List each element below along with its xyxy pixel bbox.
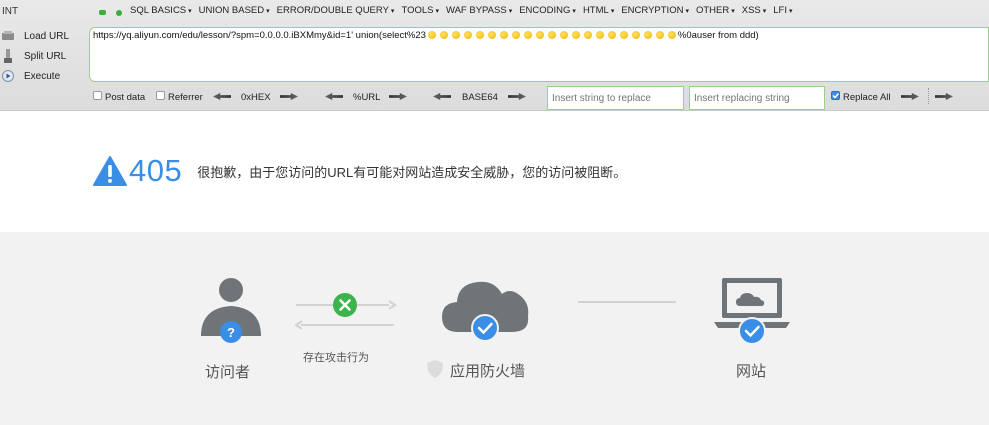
emoji-string [426, 30, 678, 41]
green-toggle-icon[interactable] [99, 10, 106, 15]
error-code: 405 [129, 153, 183, 188]
menu-encoding[interactable]: ENCODING ▾ [519, 5, 576, 19]
error-message: 很抱歉，由于您访问的URL有可能对网站造成安全威胁，您的访问被阻断。 [197, 164, 627, 180]
load-url-button[interactable]: Load URL [0, 27, 88, 45]
split-url-button[interactable]: Split URL [0, 47, 88, 65]
post-data-checkbox[interactable] [93, 91, 102, 100]
toolbar-title: INT [2, 6, 19, 17]
referrer-label: Referrer [168, 92, 203, 103]
execute-button[interactable]: Execute [0, 67, 88, 85]
website-laptop-icon [714, 278, 790, 345]
base64-encode-arrow-icon[interactable] [508, 93, 526, 100]
hackbar-toolbar: INT SQL BASICS ▾ UNION BASED ▾ ERROR/DOUBL… [0, 0, 989, 111]
menu-lfi[interactable]: LFI ▾ [773, 5, 792, 19]
visitor-label: 访问者 [205, 364, 251, 381]
split-url-icon [2, 49, 14, 63]
visitor-icon: ? [201, 278, 261, 343]
url-encode-arrow-icon[interactable] [389, 93, 407, 100]
load-url-icon [2, 30, 14, 42]
connector-line [578, 301, 676, 303]
hackbar-menu: SQL BASICS ▾ UNION BASED ▾ ERROR/DOUBLE QU… [130, 5, 800, 19]
block-flow-diagram: ? 访问者 存在攻击行为 应用防火墙 网站 [0, 232, 989, 425]
menu-waf-bypass[interactable]: WAF BYPASS ▾ [446, 5, 512, 19]
url-textarea[interactable]: https://yq.aliyun.com/edu/lesson/?spm=0.… [89, 27, 989, 82]
hex-encode-arrow-icon[interactable] [280, 93, 298, 100]
menu-xss[interactable]: XSS ▾ [742, 5, 767, 19]
replace-all-label: Replace All [843, 92, 891, 103]
replace-all-checkbox[interactable] [831, 91, 840, 100]
hackbar-options-bar: Post data Referrer 0xHEX %URL BASE64 Rep… [90, 86, 989, 110]
referrer-checkbox[interactable] [156, 91, 165, 100]
post-data-label: Post data [105, 92, 146, 103]
svg-text:?: ? [227, 325, 235, 340]
hex-label: 0xHEX [241, 92, 271, 103]
base64-decode-arrow-icon[interactable] [433, 93, 451, 100]
url-text-suffix: %0auser from ddd) [677, 30, 759, 41]
menu-other[interactable]: OTHER ▾ [696, 5, 735, 19]
firewall-shield-icon [427, 360, 443, 378]
menu-html[interactable]: HTML ▾ [583, 5, 614, 19]
replace-back-arrow-icon[interactable] [935, 93, 953, 100]
warning-icon [93, 156, 127, 186]
separator [928, 88, 929, 104]
execute-label: Execute [24, 70, 61, 82]
load-url-label: Load URL [24, 30, 70, 42]
firewall-cloud-icon [442, 281, 529, 342]
attack-label: 存在攻击行为 [303, 352, 369, 364]
replace-string-input[interactable] [547, 86, 684, 110]
menu-tools[interactable]: TOOLS ▾ [401, 5, 439, 19]
menu-encryption[interactable]: ENCRYPTION ▾ [621, 5, 689, 19]
url-text-prefix: https://yq.aliyun.com/edu/lesson/?spm=0.… [93, 30, 426, 41]
menu-sql-basics[interactable]: SQL BASICS ▾ [130, 5, 192, 19]
website-label: 网站 [736, 363, 767, 380]
urlencode-label: %URL [353, 92, 381, 103]
hackbar-menubar: INT SQL BASICS ▾ UNION BASED ▾ ERROR/DOUBL… [0, 0, 989, 24]
menu-error-double-query[interactable]: ERROR/DOUBLE QUERY ▾ [277, 5, 395, 19]
url-decode-arrow-icon[interactable] [325, 93, 343, 100]
error-heading: 405 很抱歉，由于您访问的URL有可能对网站造成安全威胁，您的访问被阻断。 [93, 153, 626, 189]
split-url-label: Split URL [24, 50, 67, 62]
green-status-icon [116, 10, 122, 16]
hex-decode-arrow-icon[interactable] [213, 93, 231, 100]
firewall-label: 应用防火墙 [450, 363, 526, 380]
replace-arrow-icon[interactable] [901, 93, 919, 100]
replacing-string-input[interactable] [689, 86, 825, 110]
base64-label: BASE64 [462, 92, 498, 103]
execute-icon [2, 70, 14, 82]
menu-union-based[interactable]: UNION BASED ▾ [199, 5, 270, 19]
blocked-x-icon [333, 293, 357, 317]
